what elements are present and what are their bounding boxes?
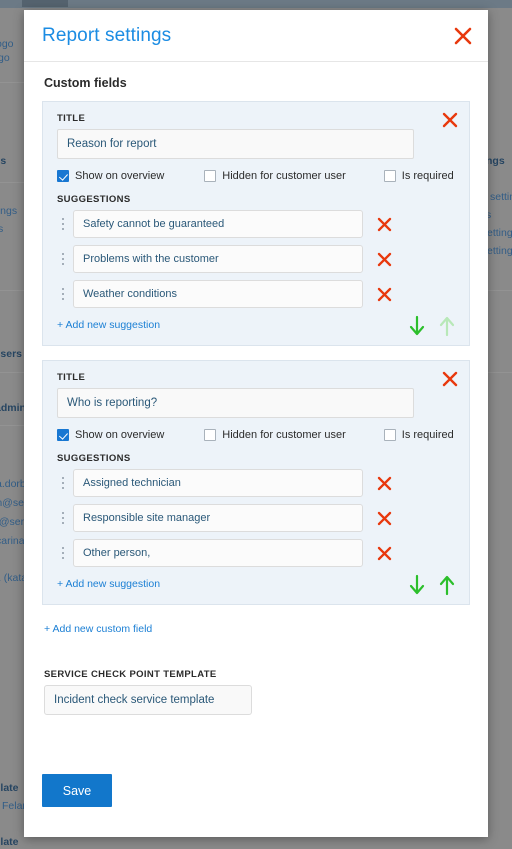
panel-reorder-controls [407,574,457,596]
custom-field-panel: TITLE Show on overview Hidden for custom… [42,360,470,605]
remove-suggestion-icon[interactable] [376,510,393,527]
drag-handle-icon[interactable] [57,507,69,529]
hidden-for-customer-user-checkbox[interactable]: Hidden for customer user [204,170,346,182]
is-required-checkbox[interactable]: Is required [383,170,454,182]
close-icon[interactable] [452,25,474,47]
checkbox-label: Show on overview [75,429,165,441]
suggestion-input[interactable] [73,539,363,567]
panel-reorder-controls [407,315,457,337]
background-tab-chip [22,0,68,7]
background-text-fragment: ngs [486,155,505,167]
add-new-suggestion-link[interactable]: + Add new suggestion [57,578,160,590]
is-required-checkbox[interactable]: Is required [383,429,454,441]
background-text-fragment: settings [490,191,512,203]
dialog-footer: Save [24,774,488,837]
custom-field-panel: TITLE Show on overview Hidden for custom… [42,101,470,346]
background-divider [0,182,24,183]
suggestion-row [57,504,455,532]
custom-field-options: Show on overview Hidden for customer use… [57,170,455,182]
checkbox-label: Hidden for customer user [222,170,346,182]
service-check-point-template-input[interactable] [44,685,252,715]
title-label: TITLE [57,372,86,383]
background-divider [0,425,24,426]
remove-suggestion-icon[interactable] [376,216,393,233]
remove-suggestion-icon[interactable] [376,251,393,268]
show-on-overview-checkbox[interactable]: Show on overview [57,170,164,182]
drag-handle-icon[interactable] [57,248,69,270]
suggestion-row [57,245,455,273]
checkbox-box-checked [57,170,69,182]
background-text-fragment: olate [0,836,19,848]
dialog-body: Custom fields TITLE Show on overview Hid… [24,62,488,774]
drag-handle-icon[interactable] [57,213,69,235]
custom-fields-heading: Custom fields [44,76,127,90]
report-settings-dialog: Report settings Custom fields TITLE Show… [24,10,488,837]
service-check-point-template-section: SERVICE CHECK POINT TEMPLATE [42,669,470,715]
service-check-point-template-label: SERVICE CHECK POINT TEMPLATE [44,669,217,680]
background-topbar [0,0,512,8]
suggestion-input[interactable] [73,469,363,497]
suggestions-label: SUGGESTIONS [57,453,131,464]
custom-field-title-input[interactable] [57,388,414,418]
drag-handle-icon[interactable] [57,542,69,564]
background-divider [488,290,512,291]
add-new-suggestion-link[interactable]: + Add new suggestion [57,319,160,331]
suggestion-row [57,539,455,567]
move-down-icon[interactable] [407,574,427,596]
background-text-fragment: ettings [487,227,512,239]
custom-field-options: Show on overview Hidden for customer use… [57,429,455,441]
checkbox-label: Is required [401,429,454,441]
checkbox-box-checked [57,429,69,441]
remove-suggestion-icon[interactable] [376,286,393,303]
checkbox-label: Show on overview [75,170,165,182]
remove-custom-field-icon[interactable] [441,370,459,388]
background-text-fragment: ogo [0,38,14,50]
suggestion-input[interactable] [73,280,363,308]
background-text-fragment: in@se [0,497,24,509]
background-divider [0,372,24,373]
checkbox-box [204,429,217,441]
suggestions-label: SUGGESTIONS [57,194,131,205]
move-down-icon[interactable] [407,315,427,337]
drag-handle-icon[interactable] [57,283,69,305]
background-text-fragment: go [0,52,10,64]
background-text-fragment: ttings [0,205,18,217]
checkbox-label: Hidden for customer user [222,429,346,441]
background-text-fragment: olate [0,782,19,794]
background-text-fragment: a.dorb [0,478,26,490]
background-text-fragment: ettings [487,245,512,257]
remove-custom-field-icon[interactable] [441,111,459,129]
suggestion-row [57,469,455,497]
checkbox-box [204,170,217,182]
checkbox-label: Is required [401,170,454,182]
suggestion-input[interactable] [73,245,363,273]
save-button[interactable]: Save [42,774,112,807]
drag-handle-icon[interactable] [57,472,69,494]
background-text-fragment: s [0,223,4,235]
checkbox-box [383,429,396,441]
dialog-header: Report settings [24,10,488,62]
title-label: TITLE [57,113,86,124]
show-on-overview-checkbox[interactable]: Show on overview [57,429,164,441]
custom-field-title-input[interactable] [57,129,414,159]
suggestion-input[interactable] [73,210,363,238]
suggestion-row [57,210,455,238]
background-text-fragment: users [0,348,23,360]
background-text-fragment: e@ser [0,516,25,528]
suggestion-input[interactable] [73,504,363,532]
suggestion-row [57,280,455,308]
add-new-custom-field-link[interactable]: + Add new custom field [44,623,152,635]
background-divider [0,82,24,83]
background-text-fragment: gs [0,155,7,167]
remove-suggestion-icon[interactable] [376,475,393,492]
remove-suggestion-icon[interactable] [376,545,393,562]
move-up-icon-disabled [437,315,457,337]
background-text-fragment: admin [0,402,26,414]
move-up-icon[interactable] [437,574,457,596]
checkbox-box [383,170,396,182]
background-divider [488,372,512,373]
background-divider [0,290,24,291]
hidden-for-customer-user-checkbox[interactable]: Hidden for customer user [204,429,346,441]
page-title: Report settings [42,24,172,46]
